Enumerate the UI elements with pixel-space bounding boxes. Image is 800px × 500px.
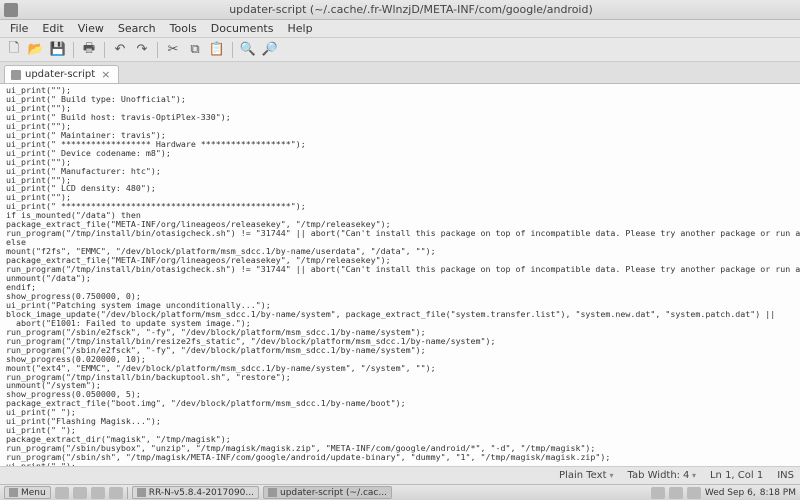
network-icon[interactable]	[669, 487, 683, 499]
terminal-icon[interactable]	[91, 487, 105, 499]
statusbar: Plain Text Tab Width: 4 Ln 1, Col 1 INS	[0, 466, 800, 484]
window-titlebar: updater-script (~/.cache/.fr-WlnzjD/META…	[0, 0, 800, 20]
redo-icon[interactable]: ↷	[132, 40, 152, 60]
menu-edit[interactable]: Edit	[36, 21, 69, 36]
toolbar: 🗋 📂 💾 🖶 ↶ ↷ ✂ ⧉ 📋 🔍 🔎	[0, 38, 800, 62]
taskbar-window-gedit[interactable]: updater-script (~/.cac...	[263, 486, 392, 499]
save-file-icon[interactable]: 💾	[48, 40, 68, 60]
close-icon[interactable]: ×	[99, 68, 112, 81]
tab-updater-script[interactable]: updater-script ×	[4, 65, 119, 83]
window-title: updater-script (~/.cache/.fr-WlnzjD/META…	[22, 3, 800, 16]
taskbar-window-archive[interactable]: RR-N-v5.8.4-2017090...	[132, 486, 259, 499]
document-icon	[11, 70, 21, 80]
clock-date[interactable]: Wed Sep 6,	[705, 488, 756, 498]
menu-search[interactable]: Search	[112, 21, 162, 36]
status-cursor-position: Ln 1, Col 1	[710, 470, 763, 481]
open-file-icon[interactable]: 📂	[26, 40, 46, 60]
mint-logo-icon	[9, 488, 18, 497]
tray-icon[interactable]	[651, 487, 665, 499]
menu-help[interactable]: Help	[281, 21, 318, 36]
toolbar-separator	[157, 42, 158, 58]
new-file-icon[interactable]: 🗋	[4, 40, 24, 60]
file-manager-icon[interactable]	[73, 487, 87, 499]
app-icon	[4, 3, 18, 17]
status-tabwidth[interactable]: Tab Width: 4	[628, 470, 696, 481]
show-desktop-icon[interactable]	[55, 487, 69, 499]
taskbar-separator	[127, 487, 128, 499]
text-editor-icon	[268, 488, 277, 497]
editor-area[interactable]: ui_print(""); ui_print(" Build type: Uno…	[0, 84, 800, 466]
toolbar-separator	[104, 42, 105, 58]
menu-documents[interactable]: Documents	[205, 21, 280, 36]
tab-label: updater-script	[25, 69, 95, 80]
toolbar-separator	[73, 42, 74, 58]
browser-icon[interactable]	[109, 487, 123, 499]
find-replace-icon[interactable]: 🔎	[260, 40, 280, 60]
status-insert-mode[interactable]: INS	[777, 470, 794, 481]
copy-icon[interactable]: ⧉	[185, 40, 205, 60]
start-menu-button[interactable]: Menu	[4, 486, 51, 499]
menu-view[interactable]: View	[72, 21, 110, 36]
os-taskbar: Menu RR-N-v5.8.4-2017090... updater-scri…	[0, 484, 800, 500]
menu-tools[interactable]: Tools	[164, 21, 203, 36]
print-icon[interactable]: 🖶	[79, 40, 99, 60]
archive-icon	[137, 488, 146, 497]
menubar: File Edit View Search Tools Documents He…	[0, 20, 800, 38]
menu-file[interactable]: File	[4, 21, 34, 36]
search-icon[interactable]: 🔍	[238, 40, 258, 60]
clock-time[interactable]: 8:18 PM	[760, 488, 796, 498]
undo-icon[interactable]: ↶	[110, 40, 130, 60]
volume-icon[interactable]	[687, 487, 701, 499]
toolbar-separator	[232, 42, 233, 58]
status-language[interactable]: Plain Text	[559, 470, 613, 481]
paste-icon[interactable]: 📋	[207, 40, 227, 60]
cut-icon[interactable]: ✂	[163, 40, 183, 60]
tabbar: updater-script ×	[0, 62, 800, 84]
